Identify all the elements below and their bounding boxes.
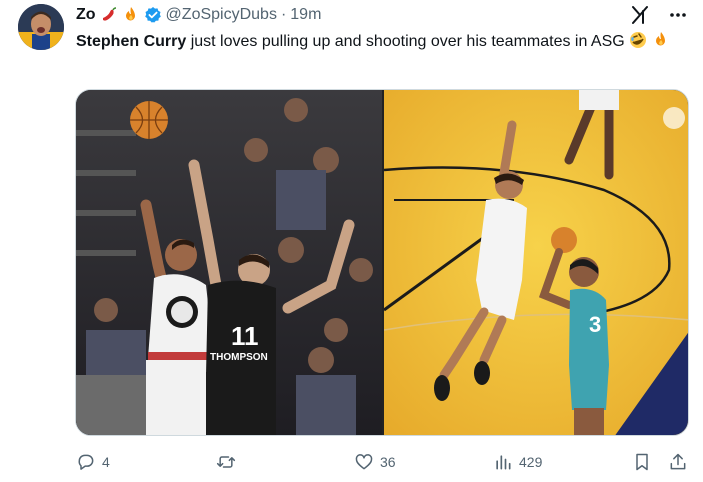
tweet-media[interactable]: 11 THOMPSON 3	[75, 89, 689, 436]
rolling-on-floor-laughing-emoji	[629, 31, 647, 49]
retweet-button[interactable]	[216, 452, 242, 472]
avatar[interactable]	[18, 4, 64, 50]
reply-button[interactable]: 4	[76, 452, 110, 472]
like-button[interactable]: 36	[354, 452, 396, 472]
tweet-text-body: just loves pulling up and shooting over …	[186, 33, 625, 50]
header-actions	[629, 4, 689, 26]
tweet: Zo @ZoSpicyDubs · 19m Stephen Curry just…	[0, 0, 703, 482]
grok-icon[interactable]	[629, 4, 651, 26]
tweet-text-bold: Stephen Curry	[76, 33, 187, 50]
retweet-icon	[216, 456, 236, 468]
hot-pepper-emoji	[100, 6, 118, 24]
user-handle[interactable]: @ZoSpicyDubs	[166, 6, 277, 24]
display-name[interactable]: Zo	[76, 6, 96, 24]
media-photo-right[interactable]: 3	[384, 90, 688, 435]
jersey-name-left: THOMPSON	[210, 352, 268, 363]
views-count: 429	[519, 454, 543, 470]
bookmark-icon	[636, 453, 648, 471]
fire-emoji	[122, 6, 140, 24]
tweet-header: Zo @ZoSpicyDubs · 19m	[76, 4, 321, 26]
reply-icon	[78, 454, 94, 470]
tweet-text: Stephen Curry just loves pulling up and …	[76, 30, 686, 53]
share-button[interactable]	[668, 452, 688, 472]
avatar-image	[18, 4, 64, 50]
views-button[interactable]: 429	[493, 452, 542, 472]
basketball-photo-right: 3	[384, 90, 688, 435]
timestamp[interactable]: 19m	[290, 6, 321, 24]
share-icon	[670, 453, 686, 470]
jersey-number-left: 11	[231, 321, 259, 351]
fire-emoji	[652, 31, 670, 49]
heart-icon	[355, 454, 373, 470]
jersey-number-right: 3	[589, 312, 601, 337]
separator-dot: ·	[280, 6, 287, 23]
views-chart-icon	[496, 455, 511, 470]
like-count: 36	[380, 454, 396, 470]
basketball-photo-left: 11 THOMPSON	[76, 90, 382, 435]
media-photo-left[interactable]: 11 THOMPSON	[76, 90, 382, 435]
tweet-actions: 4 36 429	[76, 449, 692, 475]
bookmark-button[interactable]	[632, 452, 652, 472]
more-options-icon[interactable]	[667, 4, 689, 26]
verified-badge-icon[interactable]	[144, 6, 162, 24]
reply-count: 4	[102, 454, 110, 470]
